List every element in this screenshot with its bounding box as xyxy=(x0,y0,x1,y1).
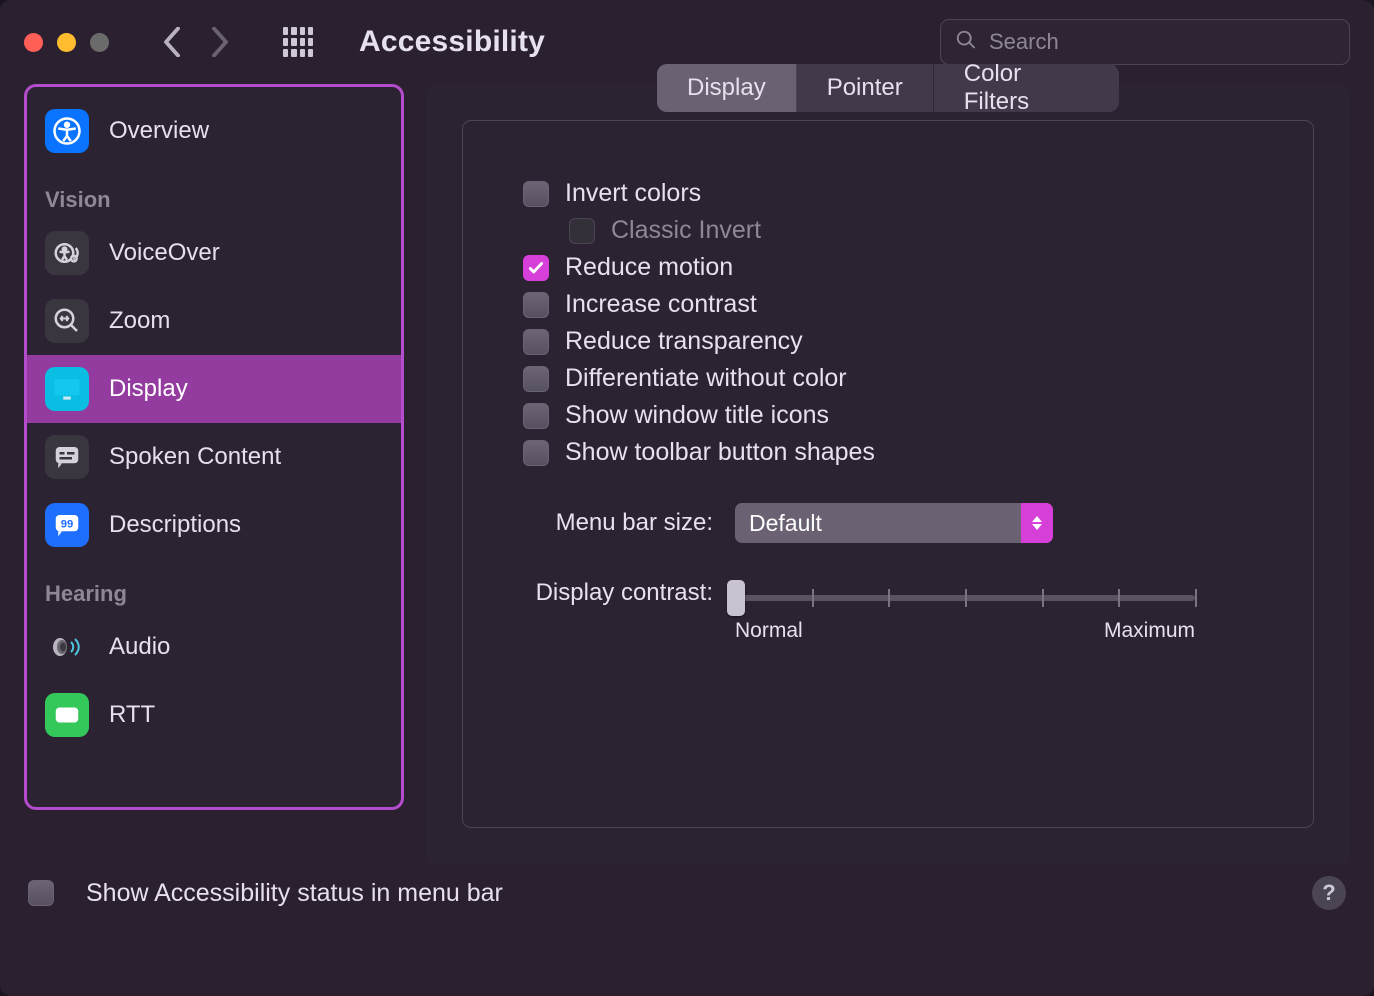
content: Overview Vision VoiceOver Zoom Display xyxy=(0,84,1374,864)
sidebar-item-label: Zoom xyxy=(109,307,170,335)
checkbox-label: Increase contrast xyxy=(565,290,757,319)
sidebar-item-descriptions[interactable]: 99 Descriptions xyxy=(27,491,401,559)
sidebar-item-label: Display xyxy=(109,375,188,403)
footer: Show Accessibility status in menu bar ? xyxy=(0,864,1374,922)
back-button[interactable] xyxy=(157,27,187,57)
sidebar-item-label: Spoken Content xyxy=(109,443,281,471)
slider-thumb[interactable] xyxy=(727,580,745,616)
close-window-button[interactable] xyxy=(24,33,43,52)
checkbox-increase-contrast[interactable]: Increase contrast xyxy=(523,290,1313,319)
display-contrast-label: Display contrast: xyxy=(523,579,713,607)
checkbox-classic-invert: Classic Invert xyxy=(569,216,1313,245)
checkbox-label: Reduce transparency xyxy=(565,327,803,356)
slider-labels: Normal Maximum xyxy=(735,619,1195,643)
checkbox-icon xyxy=(523,440,549,466)
sidebar-item-voiceover[interactable]: VoiceOver xyxy=(27,219,401,287)
spoken-content-icon xyxy=(45,435,89,479)
main-panel: Display Pointer Color Filters Invert col… xyxy=(426,84,1350,864)
sidebar-item-zoom[interactable]: Zoom xyxy=(27,287,401,355)
checkbox-icon xyxy=(28,880,54,906)
display-contrast-slider[interactable]: Normal Maximum xyxy=(735,579,1195,643)
checkbox-icon xyxy=(523,181,549,207)
checkbox-icon xyxy=(523,292,549,318)
accessibility-icon xyxy=(45,109,89,153)
sidebar-item-label: VoiceOver xyxy=(109,239,220,267)
window-controls xyxy=(24,33,109,52)
checkbox-icon xyxy=(569,218,595,244)
minimize-window-button[interactable] xyxy=(57,33,76,52)
checkbox-icon xyxy=(523,366,549,392)
checkbox-icon xyxy=(523,403,549,429)
tab-pointer[interactable]: Pointer xyxy=(797,64,934,112)
sidebar-item-spoken-content[interactable]: Spoken Content xyxy=(27,423,401,491)
checkbox-label: Differentiate without color xyxy=(565,364,847,393)
tab-display[interactable]: Display xyxy=(657,64,797,112)
checkbox-label: Show Accessibility status in menu bar xyxy=(86,879,503,908)
popup-value: Default xyxy=(749,510,822,537)
checkbox-reduce-motion[interactable]: Reduce motion xyxy=(523,253,1313,282)
slider-min-label: Normal xyxy=(735,619,803,643)
checkbox-differentiate-without-color[interactable]: Differentiate without color xyxy=(523,364,1313,393)
show-all-icon[interactable] xyxy=(283,27,313,57)
sidebar-item-display[interactable]: Display xyxy=(27,355,401,423)
sidebar-section-vision: Vision xyxy=(27,165,401,219)
zoom-icon xyxy=(45,299,89,343)
sidebar-item-label: Audio xyxy=(109,633,170,661)
sidebar: Overview Vision VoiceOver Zoom Display xyxy=(24,84,404,810)
checkbox-show-window-title-icons[interactable]: Show window title icons xyxy=(523,401,1313,430)
menu-bar-size-popup[interactable]: Default xyxy=(735,503,1053,543)
voiceover-icon xyxy=(45,231,89,275)
sidebar-item-label: Descriptions xyxy=(109,511,241,539)
menu-bar-size-row: Menu bar size: Default xyxy=(523,503,1313,543)
sidebar-item-label: Overview xyxy=(109,117,209,145)
menu-bar-size-label: Menu bar size: xyxy=(523,509,713,537)
search-input[interactable] xyxy=(987,28,1335,56)
zoom-window-button[interactable] xyxy=(90,33,109,52)
svg-text:99: 99 xyxy=(61,519,74,531)
checkbox-label: Show window title icons xyxy=(565,401,829,430)
checkbox-show-accessibility-status[interactable]: Show Accessibility status in menu bar xyxy=(28,879,503,908)
checkbox-group: Invert colors Classic Invert Reduce moti… xyxy=(523,179,1313,467)
panel-inner: Invert colors Classic Invert Reduce moti… xyxy=(462,120,1314,828)
search-icon xyxy=(955,29,987,56)
popup-caret-icon xyxy=(1021,503,1053,543)
help-button[interactable]: ? xyxy=(1312,876,1346,910)
sidebar-item-overview[interactable]: Overview xyxy=(27,97,401,165)
display-contrast-row: Display contrast: Normal Maxim xyxy=(523,579,1313,643)
search-field[interactable] xyxy=(940,19,1350,65)
checkbox-invert-colors[interactable]: Invert colors xyxy=(523,179,1313,208)
checkbox-show-toolbar-button-shapes[interactable]: Show toolbar button shapes xyxy=(523,438,1313,467)
checkbox-reduce-transparency[interactable]: Reduce transparency xyxy=(523,327,1313,356)
checkbox-icon xyxy=(523,329,549,355)
checkbox-label: Classic Invert xyxy=(611,216,761,245)
sidebar-item-audio[interactable]: Audio xyxy=(27,613,401,681)
sidebar-item-label: RTT xyxy=(109,701,155,729)
checkbox-label: Invert colors xyxy=(565,179,701,208)
rtt-icon xyxy=(45,693,89,737)
slider-max-label: Maximum xyxy=(1104,619,1195,643)
display-icon xyxy=(45,367,89,411)
descriptions-icon: 99 xyxy=(45,503,89,547)
tab-color-filters[interactable]: Color Filters xyxy=(934,64,1119,112)
audio-icon xyxy=(45,625,89,669)
sidebar-item-rtt[interactable]: RTT xyxy=(27,681,401,749)
window-title: Accessibility xyxy=(359,25,545,59)
sidebar-section-hearing: Hearing xyxy=(27,559,401,613)
checkbox-label: Reduce motion xyxy=(565,253,733,282)
checkbox-icon xyxy=(523,255,549,281)
forward-button[interactable] xyxy=(205,27,235,57)
slider-track xyxy=(735,595,1195,601)
tab-bar: Display Pointer Color Filters xyxy=(657,64,1119,112)
checkbox-label: Show toolbar button shapes xyxy=(565,438,875,467)
